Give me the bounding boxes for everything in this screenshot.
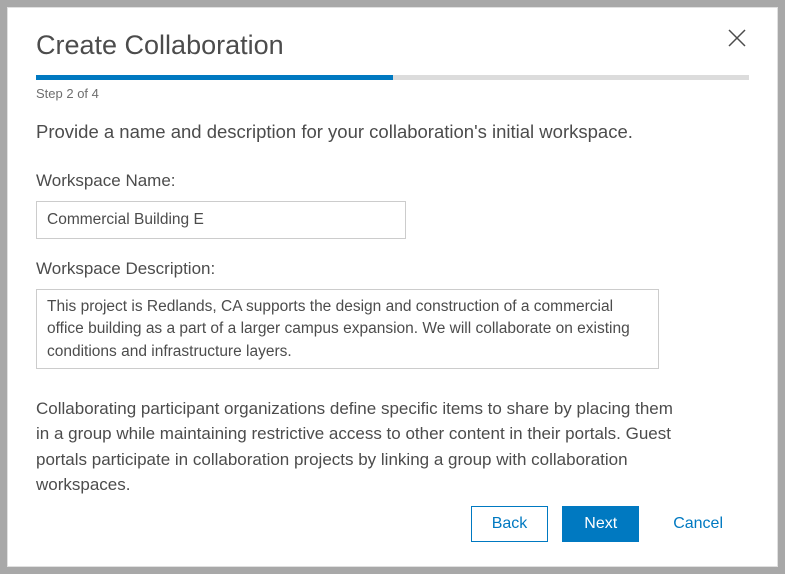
create-collaboration-dialog: Create Collaboration Step 2 of 4 Provide… — [7, 7, 778, 567]
collaboration-info-text: Collaborating participant organizations … — [36, 396, 676, 498]
next-button[interactable]: Next — [562, 506, 639, 542]
dialog-header: Create Collaboration — [36, 30, 749, 61]
progress-fill — [36, 75, 393, 80]
workspace-description-input[interactable] — [36, 289, 659, 369]
dialog-title: Create Collaboration — [36, 30, 284, 61]
dialog-footer: Back Next Cancel — [471, 506, 743, 542]
step-label: Step 2 of 4 — [36, 86, 749, 101]
progress-bar — [36, 75, 749, 80]
back-button[interactable]: Back — [471, 506, 549, 542]
workspace-name-label: Workspace Name: — [36, 171, 749, 191]
workspace-name-input[interactable] — [36, 201, 406, 239]
close-icon — [727, 28, 747, 48]
workspace-description-label: Workspace Description: — [36, 259, 749, 279]
instruction-text: Provide a name and description for your … — [36, 119, 749, 145]
cancel-button[interactable]: Cancel — [653, 507, 743, 541]
close-button[interactable] — [725, 26, 749, 55]
